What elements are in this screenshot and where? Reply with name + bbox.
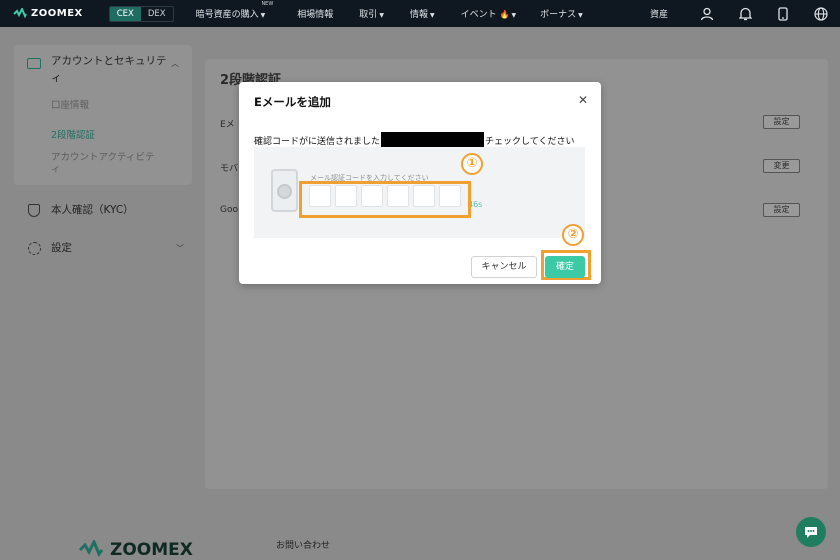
modal-title: Eメールを追加 <box>254 95 331 109</box>
sidebar-item-two-factor[interactable]: 2段階認証 <box>51 127 95 141</box>
cancel-button[interactable]: キャンセル <box>471 256 537 278</box>
sidebar-item-account-security[interactable]: アカウントとセキュリティ ︿ <box>27 53 187 87</box>
gear-icon <box>28 242 41 255</box>
chevron-down-icon: ▼ <box>578 12 583 19</box>
chevron-down-icon: ▼ <box>429 12 435 19</box>
mobile-change-button[interactable]: 変更 <box>763 159 800 173</box>
sidebar-item-label: 本人確認（KYC） <box>51 204 134 216</box>
logo-text: ZOOMEX <box>31 8 83 19</box>
chevron-down-icon: ▼ <box>511 12 517 19</box>
nav-item-info[interactable]: 情報 ▼ <box>410 7 435 20</box>
globe-icon[interactable] <box>802 0 840 27</box>
confirm-button[interactable]: 確定 <box>545 256 585 278</box>
shield-icon <box>28 204 40 217</box>
nav-item-buy-crypto[interactable]: 暗号資産の購入 ▼ NEW <box>195 1 274 20</box>
code-sent-message: 確認コードがに送信されました チェックしてください <box>254 132 574 148</box>
sidebar-item-kyc[interactable]: 本人確認（KYC） <box>28 202 134 219</box>
chevron-down-icon: ﹀ <box>176 244 184 253</box>
step-marker-1: ① <box>461 153 483 175</box>
code-sent-prefix: 確認コードがに送信されました <box>254 136 381 147</box>
google-setup-button[interactable]: 設定 <box>763 203 800 217</box>
sidebar-item-label: 口座情報 <box>51 100 90 111</box>
dex-tab[interactable]: DEX <box>141 7 173 21</box>
sidebar-item-account-activity[interactable]: アカウントアクティビティ <box>51 152 161 176</box>
zoomex-logo-icon <box>78 540 104 557</box>
code-sent-suffix: チェックしてください <box>485 136 575 147</box>
nav-item-bonus[interactable]: ボーナス ▼ <box>540 7 583 20</box>
sidebar-item-settings[interactable]: 設定 ﹀ <box>28 240 184 257</box>
nav-item-market[interactable]: 相場情報 <box>297 7 333 20</box>
nav-item-events[interactable]: イベント 🔥 ▼ <box>461 7 516 20</box>
user-icon[interactable] <box>688 0 726 27</box>
flame-icon: 🔥 <box>499 10 510 19</box>
google-row-label: Goo <box>220 205 238 215</box>
id-card-icon <box>27 57 41 69</box>
new-badge: NEW <box>261 1 274 7</box>
sidebar-item-account-info[interactable]: 口座情報 <box>51 97 89 111</box>
nav-item-label: イベント <box>460 10 497 20</box>
footer-logo[interactable]: ZOOMEX <box>78 540 193 560</box>
close-icon[interactable]: ✕ <box>577 94 589 106</box>
nav-item-label: 情報 <box>409 10 428 20</box>
contact-link[interactable]: お問い合わせ <box>276 538 330 551</box>
chevron-down-icon: ▼ <box>379 12 384 19</box>
top-navigation: ZOOMEX CEX DEX 暗号資産の購入 ▼ NEW 相場情報 取引 ▼ 情報 ▼… <box>0 0 840 27</box>
chat-icon <box>805 526 817 538</box>
zoomex-logo-icon <box>13 7 27 18</box>
zoomex-logo[interactable]: ZOOMEX <box>13 7 83 20</box>
chevron-up-icon: ︿ <box>171 58 179 68</box>
highlight-code-inputs <box>299 181 471 218</box>
sidebar-item-label: アカウントアクティビティ <box>51 152 155 175</box>
nav-item-label: 相場情報 <box>297 10 334 20</box>
phone-illustration-icon <box>271 169 298 212</box>
nav-item-label: 取引 <box>359 10 378 20</box>
bell-icon[interactable] <box>726 0 764 27</box>
email-setup-button[interactable]: 設定 <box>763 115 800 129</box>
mobile-row-label: モバ <box>220 164 239 174</box>
device-indicator <box>277 184 292 199</box>
sidebar-item-label: 設定 <box>51 242 72 254</box>
sidebar-item-label: 2段階認証 <box>51 130 96 141</box>
phone-icon[interactable] <box>764 0 802 27</box>
chat-support-button[interactable] <box>796 517 826 547</box>
nav-item-label: 暗号資産の購入 <box>195 10 259 20</box>
nav-right-group: 資産 <box>650 0 840 27</box>
assets-link[interactable]: 資産 <box>650 7 668 20</box>
sidebar-item-label: アカウントとセキュリティ <box>51 55 167 84</box>
redacted-email <box>381 132 485 148</box>
cex-tab[interactable]: CEX <box>109 6 141 21</box>
nav-item-label: ボーナス <box>540 10 577 20</box>
nav-item-trade[interactable]: 取引 ▼ <box>359 7 384 20</box>
step-marker-2: ② <box>562 224 584 246</box>
email-row-label: Eメ <box>220 120 235 130</box>
chevron-down-icon: ▼ <box>260 12 266 19</box>
add-email-modal: Eメールを追加 ✕ 確認コードがに送信されました チェックしてください メール認… <box>239 82 601 284</box>
cex-dex-toggle: CEX DEX <box>108 5 174 22</box>
footer-logo-text: ZOOMEX <box>110 540 193 560</box>
